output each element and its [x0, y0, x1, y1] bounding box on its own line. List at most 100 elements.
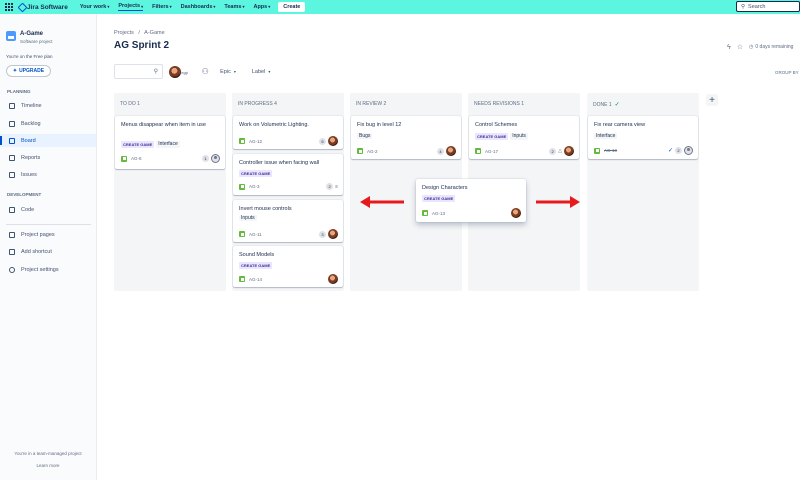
lightning-icon[interactable]: ϟ: [727, 44, 731, 51]
sidebar-item-issues[interactable]: Issues: [0, 168, 96, 181]
group-by-control[interactable]: GROUP BY: [775, 70, 799, 75]
app-switcher-icon[interactable]: [4, 2, 14, 12]
breadcrumb-projects[interactable]: Projects: [114, 30, 134, 36]
card-meta: 2 △: [549, 146, 574, 156]
nav-projects[interactable]: Projects ▾: [118, 3, 144, 11]
nav-your-work[interactable]: Your work ▾: [80, 4, 110, 11]
avatar[interactable]: [328, 274, 338, 284]
sidebar-item-backlog[interactable]: Backlog: [0, 117, 96, 130]
story-icon: [475, 148, 481, 154]
board-filters: ⚲ Reggi ⚇ Epic ▾ Label ▾: [114, 64, 270, 79]
story-icon: [239, 138, 245, 144]
sidebar-item-project-pages[interactable]: Project pages: [0, 228, 96, 241]
issue-card[interactable]: Fix bug in level 12 Bugs AG-2 4: [351, 116, 461, 159]
issue-card[interactable]: Control Schemes CREATE GAME Inputs AG-17…: [469, 116, 579, 159]
card-title: Work on Volumetric Lighting.: [239, 122, 309, 128]
sidebar-divider: [6, 224, 91, 225]
clock-icon: ◷: [749, 44, 754, 50]
issue-card[interactable]: Work on Volumetric Lighting. AG-12 5: [233, 116, 343, 149]
issue-key: AG-3: [249, 184, 260, 189]
issue-card[interactable]: Fix rear camera view Interface AG-10 ✓ 2: [588, 116, 698, 159]
card-meta: 3: [319, 229, 338, 239]
story-points: 1: [202, 155, 209, 162]
unassigned-avatar-icon[interactable]: [211, 154, 220, 163]
epic-filter[interactable]: Epic ▾: [220, 69, 236, 75]
card-footer: AG-3 2 ≡: [239, 183, 338, 190]
card-footer: AG-17 2 △: [475, 146, 574, 156]
issue-card[interactable]: Invert mouse controls Inputs AG-11 3: [233, 200, 343, 242]
sidebar-item-label: Board: [21, 137, 36, 144]
issue-key: AG-10: [604, 148, 618, 153]
upgrade-button[interactable]: ✦ UPGRADE: [6, 65, 51, 77]
avatar[interactable]: [328, 229, 338, 239]
card-labels: CREATE GAME: [422, 195, 456, 202]
sidebar-item-code[interactable]: Code: [0, 203, 96, 216]
card-title: Control Schemes: [475, 122, 518, 128]
issues-icon: [9, 171, 15, 178]
issue-card[interactable]: Sound Models CREATE GAME AG-14: [233, 246, 343, 287]
card-labels: CREATE GAME Inputs: [475, 133, 528, 140]
backlog-icon: [9, 120, 15, 127]
sidebar-item-reports[interactable]: Reports: [0, 151, 96, 164]
card-footer: AG-11 3: [239, 229, 338, 239]
create-button[interactable]: Create: [278, 2, 306, 12]
done-check-icon: ✓: [667, 148, 673, 154]
reports-icon: [9, 154, 15, 161]
nav-filters[interactable]: Filters ▾: [152, 4, 172, 11]
chevron-down-icon: ▾: [268, 69, 271, 74]
story-points: 2: [549, 147, 557, 155]
avatar[interactable]: [511, 208, 521, 218]
story-points: 3: [319, 230, 326, 238]
sidebar-item-timeline[interactable]: Timeline: [0, 99, 96, 112]
issue-card[interactable]: Controller issue when facing wall CREATE…: [233, 154, 343, 195]
story-icon: [422, 210, 428, 216]
global-search-input[interactable]: ⚲ Search: [736, 1, 800, 12]
avatar[interactable]: [328, 136, 338, 146]
avatar[interactable]: [446, 146, 456, 156]
nav-label: Dashboards: [180, 3, 213, 10]
story-icon: [357, 148, 363, 154]
jira-logo-icon: [18, 4, 25, 11]
page-title: AG Sprint 2: [114, 40, 170, 51]
breadcrumb-project[interactable]: A-Game: [144, 30, 164, 36]
story-points: 5: [319, 137, 326, 145]
jira-logo[interactable]: Jira Software: [18, 4, 68, 11]
story-icon: [239, 276, 245, 282]
sidebar-item-project-settings[interactable]: Project settings: [0, 263, 96, 276]
search-placeholder: Search: [748, 3, 766, 10]
learn-more-link[interactable]: Learn more: [0, 463, 96, 468]
card-title: Fix bug in level 12: [357, 122, 402, 128]
breadcrumb-separator: /: [138, 30, 140, 36]
board-search-input[interactable]: ⚲: [114, 64, 163, 79]
nav-dashboards[interactable]: Dashboards ▾: [181, 4, 216, 11]
sidebar-item-label: Reports: [21, 154, 41, 161]
sidebar-item-label: Project settings: [21, 266, 59, 273]
card-labels: Bugs: [357, 133, 373, 139]
project-header[interactable]: A-Game Software project: [6, 31, 53, 44]
label-filter[interactable]: Label ▾: [252, 69, 270, 75]
card-meta: 2 ≡: [326, 183, 338, 190]
nav-label: Filters: [152, 3, 169, 10]
project-avatar: [6, 31, 16, 41]
dragging-issue-card[interactable]: Design Characters CREATE GAME AG-13: [416, 179, 526, 222]
issue-key: AG-14: [249, 276, 263, 282]
label-tag: Bugs: [357, 133, 373, 139]
project-sidebar: A-Game Software project You're on the Fr…: [0, 14, 97, 480]
development-section-label: DEVELOPMENT: [7, 192, 42, 197]
sidebar-item-label: Add shortcut: [21, 248, 52, 255]
issue-card[interactable]: Menus disappear when item in use CREATE …: [115, 116, 225, 169]
unassigned-avatar-icon[interactable]: [684, 146, 693, 155]
card-footer: AG-5 1: [121, 154, 220, 163]
sidebar-item-board[interactable]: Board: [0, 134, 96, 147]
star-icon[interactable]: ☆: [737, 43, 743, 51]
story-points: 2: [326, 183, 334, 190]
nav-teams[interactable]: Teams ▾: [224, 4, 244, 11]
add-person-icon[interactable]: ⚇: [200, 67, 210, 77]
sidebar-item-add-shortcut[interactable]: Add shortcut: [0, 245, 96, 258]
card-footer: AG-2 4: [357, 146, 456, 156]
nav-apps[interactable]: Apps ▾: [253, 4, 270, 11]
avatar[interactable]: [564, 146, 574, 156]
add-column-button[interactable]: +: [706, 94, 718, 106]
card-labels: CREATE GAME: [239, 262, 273, 269]
card-title: Controller issue when facing wall: [239, 160, 320, 166]
